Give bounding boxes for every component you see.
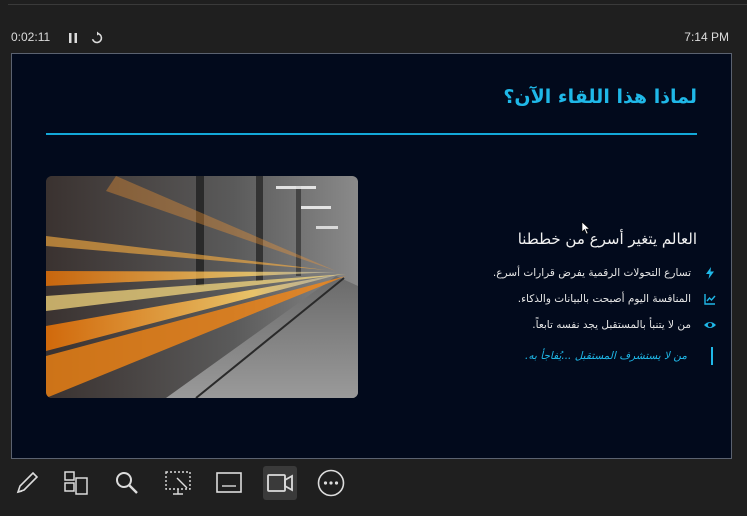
title-divider <box>46 133 697 135</box>
slide-title: لماذا هذا اللقاء الآن؟ <box>503 86 697 108</box>
list-item: من لا يتنبأ بالمستقبل يجد نفسه تابعاً. <box>417 312 717 338</box>
pen-tool-button[interactable] <box>10 466 44 500</box>
clock: 7:14 PM <box>684 30 729 44</box>
quote-bar <box>711 347 713 365</box>
bullet-list: تسارع التحولات الرقمية يفرض قرارات أسرع.… <box>417 260 717 370</box>
pointer-screen-button[interactable] <box>161 466 195 500</box>
bullet-text: من لا يتنبأ بالمستقبل يجد نفسه تابعاً. <box>532 319 691 331</box>
subtitles-icon <box>216 472 242 493</box>
magnifier-icon <box>116 472 138 494</box>
bullet-text: تسارع التحولات الرقمية يفرض قرارات أسرع. <box>492 267 691 279</box>
zoom-button[interactable] <box>110 466 144 500</box>
screen-pointer-icon <box>165 471 191 495</box>
slides-grid-icon <box>64 471 88 495</box>
quote-text: من لا يستشرف المستقبل ...يُفاجأ به. <box>525 350 687 362</box>
bullet-text: المنافسة اليوم أصبحت بالبيانات والذكاء. <box>517 293 691 305</box>
chart-icon <box>703 292 717 306</box>
window-top-strip <box>0 0 747 8</box>
mouse-cursor-icon <box>581 221 591 235</box>
speed-light-image <box>46 176 358 398</box>
restart-icon[interactable] <box>90 30 104 44</box>
bolt-icon <box>703 266 717 280</box>
camera-button[interactable] <box>263 466 297 500</box>
eye-icon <box>703 318 717 332</box>
more-icon <box>317 469 345 497</box>
pause-icon[interactable] <box>66 30 80 44</box>
list-item: المنافسة اليوم أصبحت بالبيانات والذكاء. <box>417 286 717 312</box>
slide-preview: لماذا هذا اللقاء الآن؟ العالم يتغير أسرع… <box>11 53 732 459</box>
list-item: تسارع التحولات الرقمية يفرض قرارات أسرع. <box>417 260 717 286</box>
pen-icon <box>16 471 39 494</box>
video-camera-icon <box>267 474 293 492</box>
presenter-topbar: 0:02:11 7:14 PM <box>0 26 747 50</box>
more-options-button[interactable] <box>314 466 348 500</box>
quote-row: من لا يستشرف المستقبل ...يُفاجأ به. <box>417 342 717 370</box>
slide-subheading: العالم يتغير أسرع من خططنا <box>517 230 697 248</box>
elapsed-timer: 0:02:11 <box>11 30 51 44</box>
presenter-toolbar <box>0 462 747 506</box>
slides-grid-button[interactable] <box>59 466 93 500</box>
subtitles-button[interactable] <box>212 466 246 500</box>
